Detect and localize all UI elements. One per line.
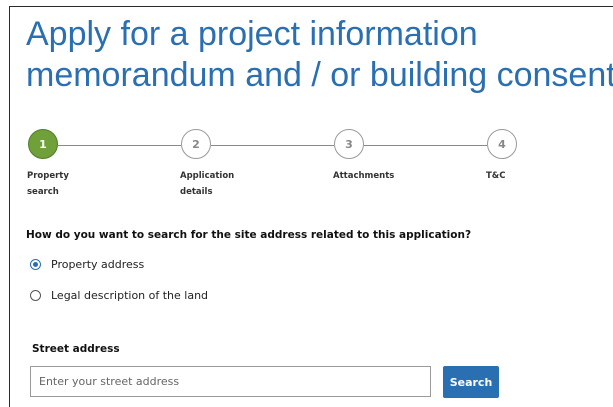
step-2-number: 2 xyxy=(192,137,200,151)
street-address-input[interactable] xyxy=(30,366,431,397)
stepper-connector xyxy=(58,145,181,146)
step-4-label-line-1: T&C xyxy=(486,171,506,181)
legal-description-radio[interactable] xyxy=(30,290,41,301)
step-1-label-line-1: Property xyxy=(27,171,69,181)
step-2-circle[interactable]: 2 xyxy=(181,129,211,159)
step-4-label: T&C xyxy=(486,168,505,184)
step-4-circle[interactable]: 4 xyxy=(487,129,517,159)
step-4-number: 4 xyxy=(498,137,506,151)
step-1-label-line-2: search xyxy=(27,187,59,197)
radio-option-legal-description[interactable]: Legal description of the land xyxy=(30,289,208,302)
street-address-label: Street address xyxy=(32,343,120,355)
legal-description-label[interactable]: Legal description of the land xyxy=(51,289,208,302)
step-1-number: 1 xyxy=(39,137,47,151)
progress-stepper: 1 2 3 4 Property search Application deta… xyxy=(0,0,613,200)
step-2-label-line-2: details xyxy=(180,187,213,197)
step-3-number: 3 xyxy=(345,137,353,151)
step-3-label: Attachments xyxy=(333,168,394,184)
step-2-label: Application details xyxy=(180,168,234,200)
step-3-label-line-1: Attachments xyxy=(333,171,395,181)
property-address-radio[interactable] xyxy=(30,259,41,270)
search-button[interactable]: Search xyxy=(443,366,499,398)
stepper-connector xyxy=(211,145,334,146)
radio-option-property-address[interactable]: Property address xyxy=(30,258,144,271)
step-1-label: Property search xyxy=(27,168,69,200)
step-3-circle[interactable]: 3 xyxy=(334,129,364,159)
stepper-connector xyxy=(364,145,487,146)
step-1-circle[interactable]: 1 xyxy=(28,129,58,159)
property-address-label[interactable]: Property address xyxy=(51,258,144,271)
search-method-question: How do you want to search for the site a… xyxy=(26,229,472,241)
step-2-label-line-1: Application xyxy=(180,171,235,181)
